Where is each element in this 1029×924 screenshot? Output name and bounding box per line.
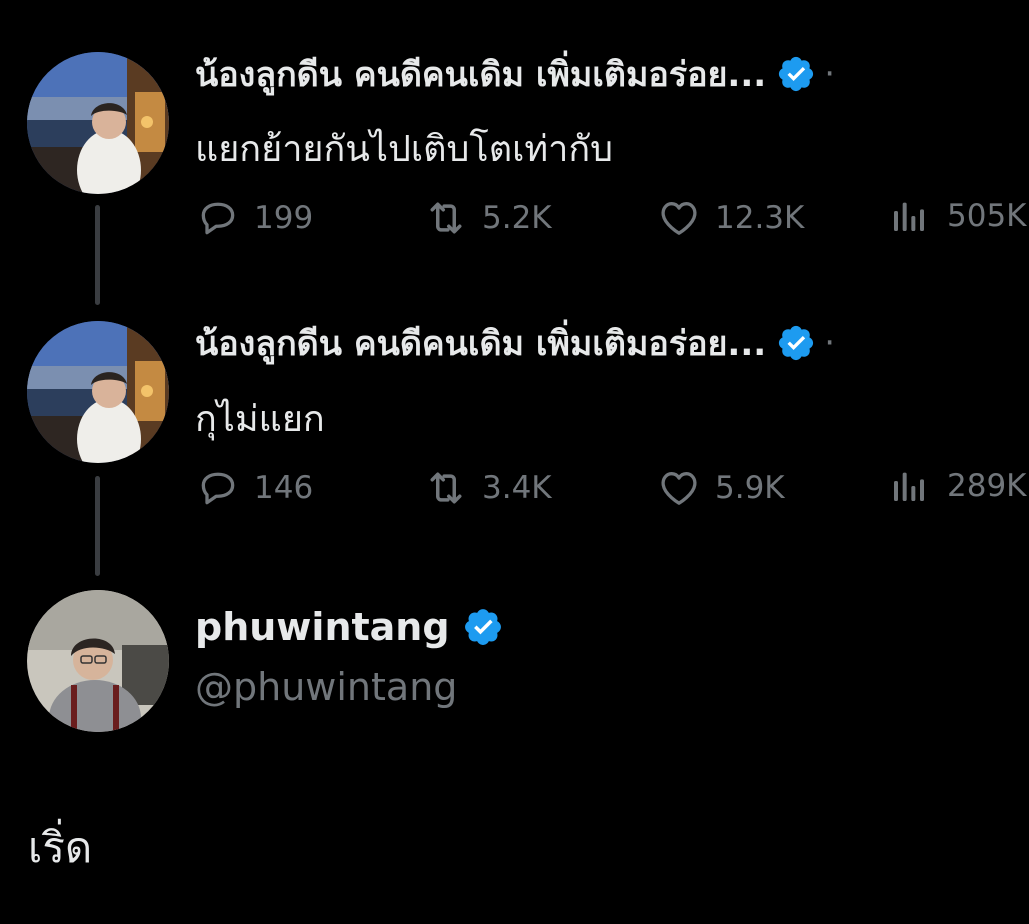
view-count: 505K bbox=[947, 198, 1027, 234]
bar-chart-icon bbox=[889, 196, 929, 236]
separator-dot: · bbox=[824, 323, 835, 363]
bar-chart-icon bbox=[889, 466, 929, 506]
view-count: 289K bbox=[947, 468, 1027, 504]
main-tweet-display-name[interactable]: phuwintang bbox=[195, 605, 450, 649]
reply-1-reply-button[interactable]: 199 bbox=[196, 196, 313, 240]
reply-1-header: น้องลูกดีน คนดีคนเดิม เพิ่มเติมอร่อย... … bbox=[195, 44, 1029, 104]
verified-badge-icon bbox=[776, 54, 816, 94]
separator-dot: · bbox=[824, 54, 835, 94]
reply-2-reply-button[interactable]: 146 bbox=[196, 466, 313, 510]
reply-2-avatar[interactable] bbox=[27, 321, 169, 463]
repost-arrows-icon bbox=[424, 466, 468, 510]
repost-arrows-icon bbox=[424, 196, 468, 240]
reply-2-like-button[interactable]: 5.9K bbox=[657, 466, 785, 510]
main-tweet-handle[interactable]: @phuwintang bbox=[195, 665, 457, 709]
reply-2-text: กุไม่แยก bbox=[195, 399, 325, 440]
reply-1-text: แยกย้ายกันไปเติบโตเท่ากับ bbox=[195, 129, 614, 170]
reply-count: 199 bbox=[254, 200, 314, 236]
reply-2-repost-button[interactable]: 3.4K bbox=[424, 466, 552, 510]
like-count: 12.3K bbox=[715, 200, 805, 236]
thread-line bbox=[95, 476, 100, 576]
speech-bubble-icon bbox=[196, 466, 240, 510]
speech-bubble-icon bbox=[196, 196, 240, 240]
heart-icon bbox=[657, 196, 701, 240]
main-tweet-text: เริ่ด bbox=[28, 823, 93, 872]
heart-icon bbox=[657, 466, 701, 510]
reply-1-avatar[interactable] bbox=[27, 52, 169, 194]
verified-badge-icon bbox=[776, 323, 816, 363]
reply-2-header: น้องลูกดีน คนดีคนเดิม เพิ่มเติมอร่อย... … bbox=[195, 313, 1029, 373]
reply-1-repost-button[interactable]: 5.2K bbox=[424, 196, 552, 240]
thread-line bbox=[95, 205, 100, 305]
reply-count: 146 bbox=[254, 470, 314, 506]
main-tweet-header: phuwintang bbox=[195, 605, 504, 649]
reply-2-views-button[interactable]: 289K bbox=[889, 466, 1027, 506]
reply-2-author-name[interactable]: น้องลูกดีน คนดีคนเดิม เพิ่มเติมอร่อย... bbox=[195, 316, 766, 370]
reply-1-author-name[interactable]: น้องลูกดีน คนดีคนเดิม เพิ่มเติมอร่อย... bbox=[195, 47, 766, 101]
reply-1-like-button[interactable]: 12.3K bbox=[657, 196, 804, 240]
repost-count: 5.2K bbox=[482, 200, 552, 236]
verified-badge-icon bbox=[462, 606, 504, 648]
like-count: 5.9K bbox=[715, 470, 785, 506]
main-tweet-avatar[interactable] bbox=[27, 590, 169, 732]
repost-count: 3.4K bbox=[482, 470, 552, 506]
reply-1-views-button[interactable]: 505K bbox=[889, 196, 1027, 236]
